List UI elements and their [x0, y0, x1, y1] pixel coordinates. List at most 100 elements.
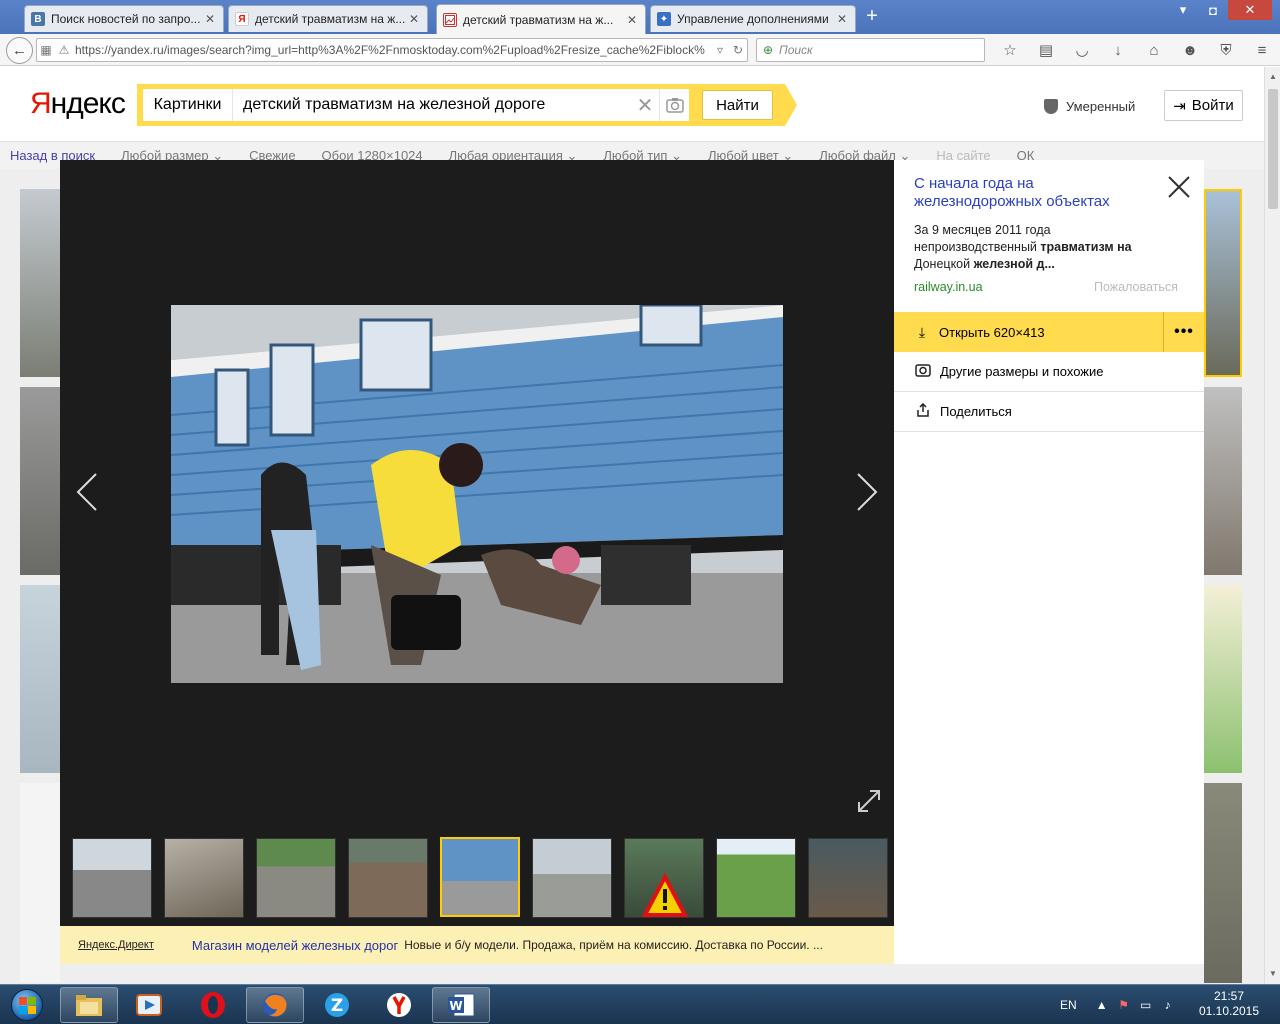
direct-ad-text: Новые и б/у модели. Продажа, приём на ко… — [404, 938, 823, 952]
explorer-taskbar-button[interactable] — [60, 987, 118, 1023]
scroll-up-icon[interactable]: ▲ — [1265, 69, 1280, 85]
back-button[interactable]: ← — [6, 37, 33, 64]
dropdown-icon[interactable]: ▿ — [711, 43, 729, 57]
language-indicator[interactable]: EN — [1060, 998, 1077, 1012]
tab-title: Поиск новостей по запро... — [51, 12, 201, 26]
tab-image-view[interactable]: детский травматизм на ж... ✕ — [436, 4, 646, 34]
folder-icon — [76, 995, 102, 1016]
bookmark-star-icon[interactable]: ☆ — [992, 40, 1028, 60]
network-icon[interactable]: ▭ — [1135, 998, 1157, 1012]
download-icon[interactable]: ↓ — [1100, 40, 1136, 60]
thumbnail[interactable] — [808, 838, 888, 918]
result-thumb[interactable] — [1204, 783, 1242, 983]
page-scrollbar[interactable]: ▲ ▼ — [1264, 67, 1280, 984]
fullscreen-icon[interactable] — [856, 788, 882, 814]
scroll-down-icon[interactable]: ▼ — [1265, 966, 1280, 982]
image-viewer: Яндекс.Директ Магазин моделей железных д… — [60, 160, 894, 964]
action-center-icon[interactable]: ⚑ — [1113, 998, 1135, 1012]
source-domain-link[interactable]: railway.in.ua — [914, 280, 983, 294]
reload-icon[interactable]: ↻ — [729, 43, 747, 57]
source-title-link[interactable]: С начала года на железнодорожных объекта… — [914, 175, 1154, 211]
media-player-taskbar-button[interactable] — [120, 987, 178, 1023]
scroll-thumb[interactable] — [1268, 89, 1278, 209]
vk-favicon-icon: B — [31, 12, 45, 26]
yandex-direct-ad: Яндекс.Директ Магазин моделей железных д… — [60, 926, 894, 964]
search-input[interactable]: детский травматизм на железной дороге — [233, 96, 631, 114]
shield-icon[interactable]: ⛨ — [1208, 40, 1244, 60]
result-thumb[interactable] — [1204, 189, 1242, 377]
tab-title: детский травматизм на ж... — [463, 12, 614, 27]
result-thumb[interactable] — [20, 387, 60, 575]
share-button[interactable]: Поделиться — [894, 392, 1204, 432]
result-thumb[interactable] — [1204, 585, 1242, 773]
system-tray: EN ▲ ⚑ ▭ ♪ — [1060, 985, 1179, 1024]
maximize-icon[interactable]: ◘ — [1198, 0, 1228, 20]
result-thumb[interactable] — [20, 585, 60, 773]
thumbnail[interactable] — [532, 838, 612, 918]
thumbnail-selected[interactable] — [440, 837, 520, 917]
yandex-logo[interactable]: Яндекс — [30, 87, 126, 121]
thumbnail[interactable] — [348, 838, 428, 918]
taskbar: Z W EN ▲ ⚑ ▭ ♪ 21:57 01.10.2015 — [0, 984, 1280, 1024]
direct-label[interactable]: Яндекс.Директ — [78, 939, 154, 951]
tab-list-icon[interactable]: ▾ — [1168, 0, 1198, 20]
yandex-browser-taskbar-button[interactable] — [370, 987, 428, 1023]
main-image[interactable] — [171, 305, 783, 683]
chat-icon[interactable]: ☻ — [1172, 40, 1208, 60]
media-player-icon — [136, 994, 162, 1016]
close-icon[interactable] — [1166, 174, 1192, 200]
browser-search-input[interactable]: ⊕ Поиск — [756, 38, 985, 62]
report-link[interactable]: Пожаловаться — [1094, 280, 1178, 294]
search-engine-icon[interactable]: ⊕ — [757, 43, 779, 57]
camera-search-icon[interactable] — [659, 89, 689, 121]
service-label[interactable]: Картинки — [143, 89, 233, 121]
open-image-button[interactable]: ⤓ Открыть 620×413 ••• — [894, 312, 1204, 352]
tab-addons-manager[interactable]: ✦ Управление дополнениями ✕ — [650, 5, 856, 32]
login-button[interactable]: ⇥ Войти — [1164, 90, 1243, 121]
login-icon: ⇥ — [1173, 97, 1186, 115]
address-bar[interactable]: ▦ ⚠ https://yandex.ru/images/search?img_… — [36, 38, 748, 62]
thumbnail[interactable] — [164, 838, 244, 918]
safe-search-toggle[interactable]: Умеренный — [1044, 99, 1135, 114]
new-tab-button[interactable]: + — [860, 6, 884, 28]
word-icon: W — [448, 993, 475, 1017]
prev-image-icon[interactable] — [72, 470, 102, 514]
pocket-icon[interactable]: ◡ — [1064, 40, 1100, 60]
thumbnail[interactable] — [256, 838, 336, 918]
start-button[interactable] — [4, 986, 50, 1024]
tab-yandex-search[interactable]: Я детский травматизм на ж... ✕ — [228, 5, 428, 32]
clear-icon[interactable]: ✕ — [631, 93, 659, 118]
thumbnail[interactable] — [72, 838, 152, 918]
clock[interactable]: 21:57 01.10.2015 — [1197, 989, 1261, 1019]
thumbnail[interactable] — [624, 838, 704, 918]
grid-icon[interactable]: ▦ — [37, 43, 55, 57]
reading-list-icon[interactable]: ▤ — [1028, 40, 1064, 60]
thumbnail[interactable] — [716, 838, 796, 918]
menu-icon[interactable]: ≡ — [1244, 40, 1280, 60]
result-thumb[interactable] — [20, 783, 60, 983]
more-options-button[interactable]: ••• — [1163, 312, 1204, 352]
search-button[interactable]: Найти — [702, 90, 773, 120]
similar-images-button[interactable]: Другие размеры и похожие — [894, 352, 1204, 392]
home-icon[interactable]: ⌂ — [1136, 40, 1172, 60]
close-tab-icon[interactable]: ✕ — [203, 12, 217, 26]
tab-news-search[interactable]: B Поиск новостей по запро... ✕ — [24, 5, 224, 32]
show-hidden-icons-icon[interactable]: ▲ — [1091, 998, 1113, 1012]
direct-ad-link[interactable]: Магазин моделей железных дорог — [192, 938, 398, 953]
result-thumb[interactable] — [1204, 387, 1242, 575]
next-image-icon[interactable] — [852, 470, 882, 514]
close-tab-icon[interactable]: ✕ — [835, 12, 849, 26]
firefox-taskbar-button[interactable] — [246, 987, 304, 1023]
window-close-icon[interactable]: ✕ — [1228, 0, 1272, 20]
volume-icon[interactable]: ♪ — [1157, 998, 1179, 1012]
desc-highlight: железной д... — [973, 257, 1055, 271]
search-form: Картинки детский травматизм на железной … — [137, 84, 785, 126]
result-thumb[interactable] — [20, 189, 60, 377]
yandex-browser-icon — [387, 993, 411, 1017]
warning-icon[interactable]: ⚠ — [55, 43, 73, 57]
opera-taskbar-button[interactable] — [184, 987, 242, 1023]
word-taskbar-button[interactable]: W — [432, 987, 490, 1023]
close-tab-icon[interactable]: ✕ — [625, 13, 639, 27]
zona-taskbar-button[interactable]: Z — [308, 987, 366, 1023]
close-tab-icon[interactable]: ✕ — [407, 12, 421, 26]
